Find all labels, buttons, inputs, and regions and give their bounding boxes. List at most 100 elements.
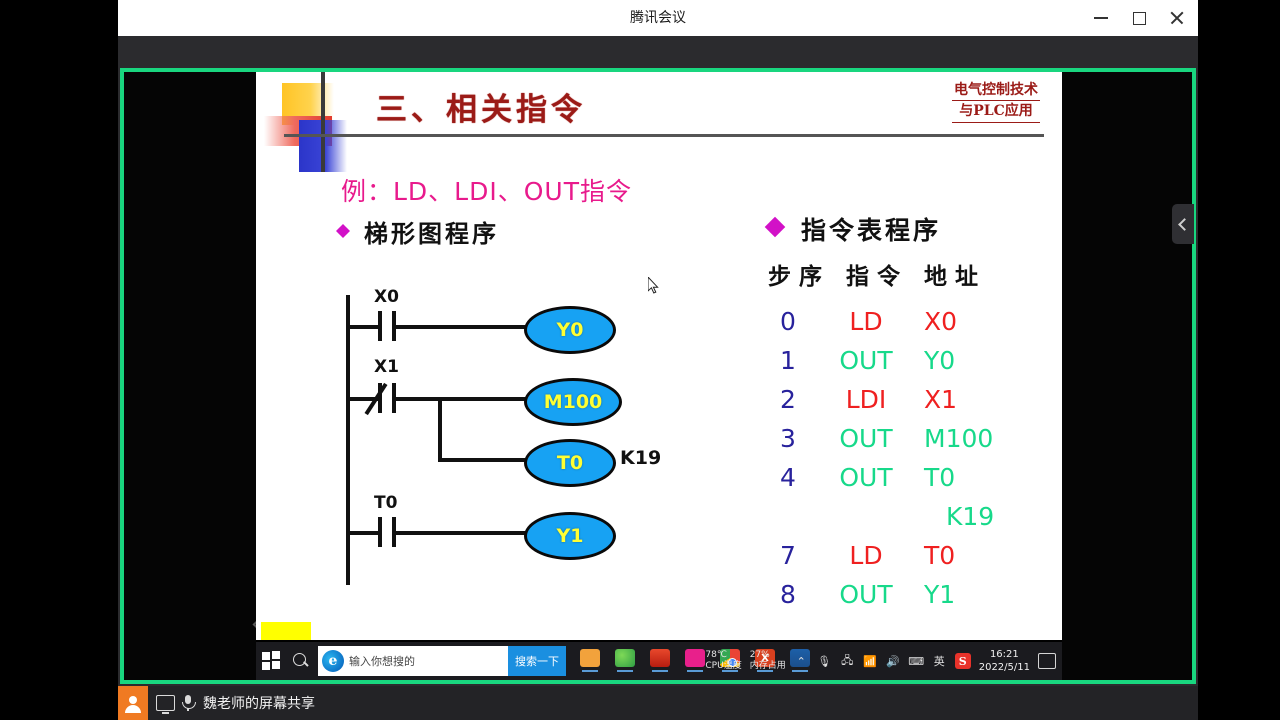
- wifi-icon[interactable]: 📶: [863, 653, 878, 669]
- cell-instruction: OUT: [839, 463, 893, 492]
- chevron-left-icon: [1178, 217, 1191, 231]
- column-header-step: 步序: [768, 263, 830, 290]
- minimize-button[interactable]: [1092, 9, 1110, 27]
- rung2-wire-right: [396, 397, 526, 401]
- cell-instruction: LD: [849, 307, 883, 336]
- window-title: 腾讯会议: [630, 10, 686, 26]
- memory-usage: 27% 内存占用: [750, 650, 786, 673]
- search-placeholder: 输入你想搜的: [349, 655, 415, 668]
- share-status-text: 魏老师的屏幕共享: [203, 696, 315, 712]
- slide-decoration: [264, 72, 359, 172]
- course-tag-line2: 与PLC应用: [952, 101, 1040, 123]
- shared-right-black-bar: [1062, 72, 1192, 680]
- power-rail: [346, 295, 350, 585]
- start-button-icon[interactable]: [262, 651, 282, 671]
- cpu-temp-label: CPU温度: [705, 661, 742, 671]
- taskbar-clock[interactable]: 16:21 2022/5/11: [979, 648, 1030, 675]
- table-row: 8 OUT Y1: [756, 580, 1056, 619]
- cell-step: 4: [780, 463, 796, 492]
- cell-step: 7: [780, 541, 796, 570]
- course-tag-line1: 电气控制技术: [952, 80, 1040, 102]
- rung2-branch-horizontal: [438, 458, 528, 462]
- title-divider: [284, 134, 1044, 137]
- memory-label: 内存占用: [749, 661, 786, 671]
- search-icon[interactable]: [292, 652, 310, 670]
- volume-icon[interactable]: 🔊: [886, 653, 901, 669]
- desktop-left-letterbox: [0, 0, 118, 720]
- ladder-section-heading: 梯形图程序: [364, 219, 499, 248]
- course-tag: 电气控制技术 与PLC应用: [952, 80, 1040, 123]
- monitor-icon: [156, 695, 175, 714]
- meeting-window: 腾讯会议 腾讯会议: [118, 0, 1198, 686]
- cpu-temperature: 78℃ CPU温度: [705, 650, 741, 673]
- show-hidden-icons-chevron-icon[interactable]: ⌃: [794, 653, 809, 669]
- coil-y1: Y1: [524, 512, 616, 560]
- cell-instruction: OUT: [839, 580, 893, 609]
- red-app-icon[interactable]: [648, 646, 672, 672]
- table-row: 4 OUT T0: [756, 463, 1056, 502]
- column-header-instruction: 指令: [846, 263, 909, 290]
- diamond-bullet-icon: [764, 216, 786, 238]
- memory-value: 27%: [749, 649, 770, 660]
- maximize-button[interactable]: [1130, 9, 1148, 27]
- cell-address: M100: [924, 424, 994, 453]
- cell-instruction: OUT: [839, 346, 893, 375]
- cell-address: K19: [946, 502, 995, 531]
- usb-device-icon[interactable]: 🖧: [840, 653, 855, 669]
- cell-address: Y1: [924, 580, 956, 609]
- table-row: 2 LDI X1: [756, 385, 1056, 424]
- slide-bottom-accent: [261, 622, 311, 640]
- close-button[interactable]: [1168, 9, 1186, 27]
- panel-collapse-button[interactable]: [1172, 204, 1194, 244]
- table-row: 1 OUT Y0: [756, 346, 1056, 385]
- cell-address: Y0: [924, 346, 956, 375]
- rung1-wire-left: [348, 325, 378, 329]
- microphone-icon: [181, 695, 196, 711]
- file-explorer-icon[interactable]: [578, 646, 602, 672]
- cpu-temp-value: 78℃: [705, 649, 727, 660]
- contact-label-t0: T0: [374, 493, 398, 513]
- cell-address: T0: [924, 541, 956, 570]
- column-header-address: 地址: [924, 263, 987, 290]
- screen-share-status-bar: 魏老师的屏幕共享: [118, 686, 1198, 720]
- clock-date: 2022/5/11: [978, 662, 1030, 673]
- edge-icon: e: [322, 650, 344, 672]
- instruction-table-heading: 指令表程序: [801, 216, 942, 245]
- table-row: 3 OUT M100: [756, 424, 1056, 463]
- table-column-headers: 步序 指令 地址: [768, 257, 986, 291]
- example-line: 例：LD、LDI、OUT指令: [341, 177, 632, 206]
- notifications-icon[interactable]: [1038, 653, 1056, 669]
- screen-root: 腾讯会议 腾讯会议: [0, 0, 1280, 720]
- cell-instruction: OUT: [839, 424, 893, 453]
- cell-address: X0: [924, 307, 958, 336]
- window-titlebar: 腾讯会议: [118, 0, 1198, 36]
- timer-preset-k19: K19: [620, 447, 662, 469]
- windows-taskbar: e 输入你想搜的 搜索一下 X 78℃ CPU温度 27% 内存占用 ⌃ 🎙 🖧…: [256, 642, 1062, 680]
- pink-app-icon[interactable]: [683, 646, 707, 672]
- mouse-cursor-icon: [648, 277, 659, 294]
- ladder-diagram: X0 Y0 X1 M100 T0 K19 T0 Y1: [336, 287, 696, 597]
- microphone-icon[interactable]: 🎙: [817, 653, 832, 669]
- sogou-input-icon[interactable]: S: [954, 653, 971, 669]
- rung1-wire-right: [396, 325, 526, 329]
- browser-green-icon[interactable]: [613, 646, 637, 672]
- coil-t0: T0: [524, 439, 616, 487]
- system-tray: 78℃ CPU温度 27% 内存占用 ⌃ 🎙 🖧 📶 🔊 ⌨ 英 S 16:21…: [705, 642, 1056, 680]
- shared-left-black-bar: [124, 72, 256, 680]
- contact-label-x1: X1: [374, 357, 399, 377]
- keyboard-icon[interactable]: ⌨: [908, 653, 924, 669]
- table-row: K19: [756, 502, 1056, 541]
- contact-label-x0: X0: [374, 287, 399, 307]
- presentation-slide: 三、相关指令 电气控制技术 与PLC应用 例：LD、LDI、OUT指令 梯形图程…: [256, 72, 1062, 640]
- meeting-body: 腾讯会议 三、相关指令: [118, 36, 1198, 686]
- cell-address: X1: [924, 385, 958, 414]
- ime-language-indicator[interactable]: 英: [932, 653, 947, 669]
- rung3-wire-left: [348, 531, 378, 535]
- cell-step: 8: [780, 580, 796, 609]
- coil-y0: Y0: [524, 306, 616, 354]
- cell-step: 2: [780, 385, 796, 414]
- coil-m100: M100: [524, 378, 622, 426]
- search-submit-button[interactable]: 搜索一下: [508, 646, 566, 676]
- cell-step: 3: [780, 424, 796, 453]
- taskbar-search-input[interactable]: e 输入你想搜的: [318, 646, 508, 676]
